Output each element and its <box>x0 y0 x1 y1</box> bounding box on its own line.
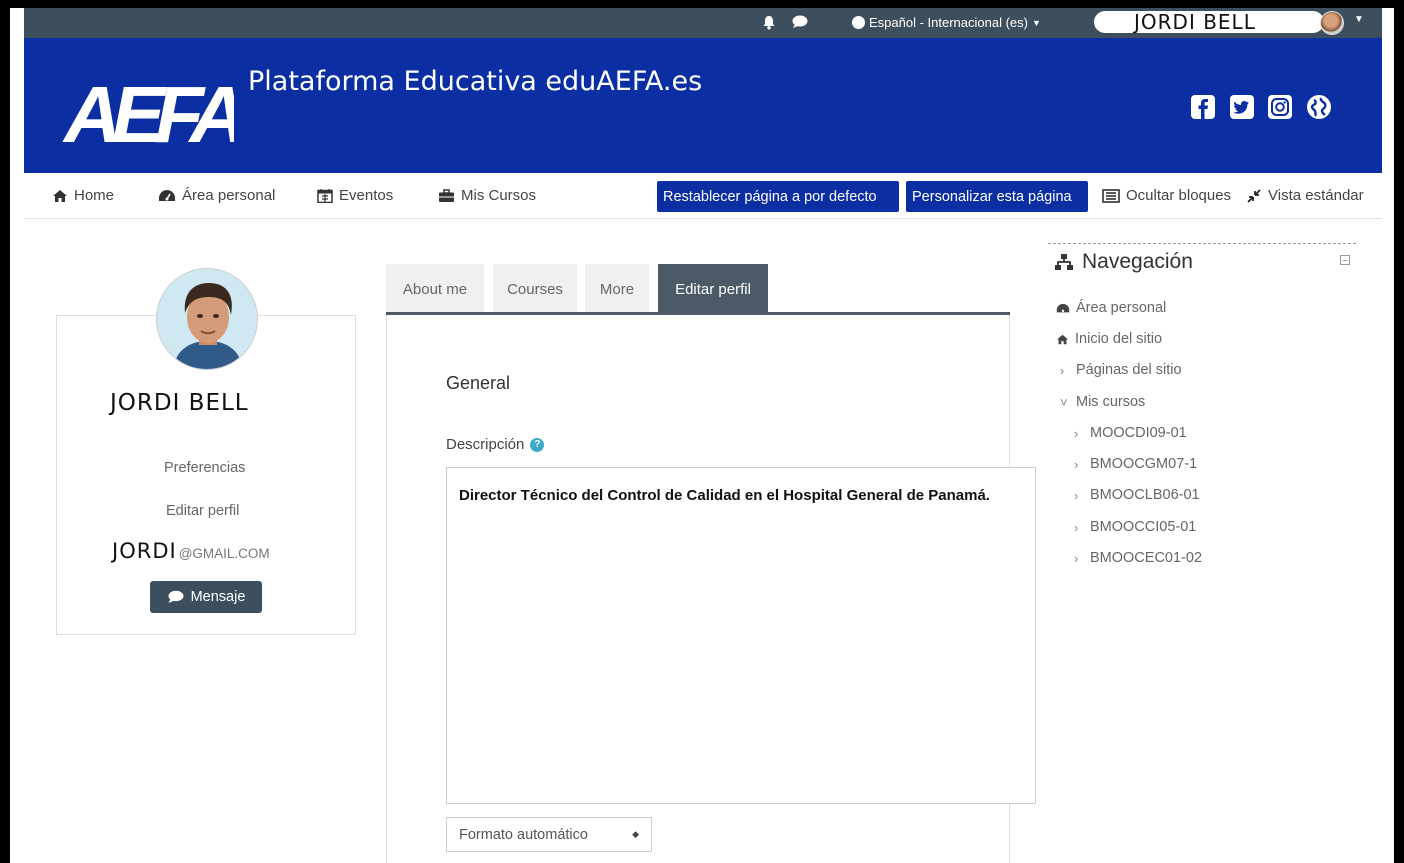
preferences-link[interactable]: Preferencias <box>164 460 245 476</box>
nav-area-personal[interactable]: Área personal <box>158 187 275 204</box>
description-editor[interactable]: Director Técnico del Control de Calidad … <box>446 467 1036 804</box>
nav-tree-course[interactable]: › BMOOCCI05-01 <box>1074 519 1196 535</box>
instagram-icon[interactable] <box>1267 94 1293 120</box>
help-icon[interactable]: ? <box>530 437 545 452</box>
nav-tree-course[interactable]: › MOOCDI09-01 <box>1074 425 1187 441</box>
compress-icon <box>1247 188 1261 203</box>
hide-blocks-toggle[interactable]: Ocultar bloques <box>1102 187 1231 204</box>
chevron-right-icon: › <box>1074 519 1079 535</box>
main-navbar: Home Área personal Eventos Mis Cursos Re… <box>24 173 1382 219</box>
dashboard-icon <box>1056 303 1070 312</box>
format-select[interactable]: Formato automático ◆ <box>446 817 652 852</box>
user-avatar[interactable] <box>1320 11 1344 35</box>
site-header: AEFA Plataforma Educativa eduAEFA.es <box>24 38 1382 173</box>
edit-profile-link[interactable]: Editar perfil <box>166 503 239 519</box>
description-label: Descripción ? <box>446 436 545 453</box>
nav-tree-course[interactable]: › BMOOCEC01-02 <box>1074 550 1202 566</box>
standard-view-toggle[interactable]: Vista estándar <box>1246 187 1364 204</box>
logo-text: AEFA <box>62 76 234 148</box>
home-icon <box>53 189 67 202</box>
nav-tree-course[interactable]: › BMOOCGM07-1 <box>1074 456 1197 472</box>
twitter-icon[interactable] <box>1229 94 1255 120</box>
nav-eventos[interactable]: Eventos <box>317 187 393 204</box>
navigation-block <box>1048 243 1356 244</box>
collapse-block-icon[interactable] <box>1340 255 1350 265</box>
email-domain: @GMAIL.COM <box>178 546 270 561</box>
nav-tree-paginas[interactable]: › Páginas del sitio <box>1060 362 1182 378</box>
tab-about-me[interactable]: About me <box>386 264 484 314</box>
language-selector[interactable]: Español - Internacional (es) ▼ <box>852 15 1041 30</box>
profile-photo[interactable] <box>156 268 258 370</box>
chat-icon[interactable] <box>792 14 808 30</box>
nav-tree-course[interactable]: › BMOOCLB06-01 <box>1074 487 1200 503</box>
message-button[interactable]: Mensaje <box>150 581 262 613</box>
globe-icon[interactable] <box>1306 94 1332 120</box>
tab-editar-perfil[interactable]: Editar perfil <box>658 264 768 314</box>
select-arrows-icon: ◆ <box>632 829 639 839</box>
chevron-right-icon: › <box>1074 456 1079 472</box>
email-name: JORDI <box>112 539 177 563</box>
chevron-right-icon: › <box>1074 487 1079 503</box>
site-title[interactable]: Plataforma Educativa eduAEFA.es <box>248 66 702 97</box>
chat-icon <box>168 590 184 603</box>
chevron-right-icon: › <box>1074 550 1079 566</box>
briefcase-icon <box>439 188 454 202</box>
chevron-right-icon: › <box>1060 362 1065 378</box>
chevron-down-icon: ˅ <box>1060 394 1068 410</box>
reset-page-button[interactable]: Restablecer página a por defecto <box>657 181 899 212</box>
top-bar: Español - Internacional (es) ▼ JORDI BEL… <box>24 8 1382 38</box>
nav-tree-mis-cursos[interactable]: ˅ Mis cursos <box>1060 394 1145 410</box>
chevron-down-icon[interactable]: ▼ <box>1354 14 1364 25</box>
customize-page-button[interactable]: Personalizar esta página <box>906 181 1088 212</box>
user-menu-name[interactable]: JORDI BELL <box>1134 10 1256 34</box>
section-title-general[interactable]: General <box>446 373 510 394</box>
tab-more[interactable]: More <box>585 264 649 314</box>
tab-courses[interactable]: Courses <box>493 264 577 314</box>
profile-email[interactable]: JORDI @GMAIL.COM <box>112 539 270 563</box>
home-icon <box>1057 334 1068 344</box>
facebook-icon[interactable] <box>1190 94 1216 120</box>
list-icon <box>1102 188 1120 203</box>
bell-icon[interactable] <box>761 14 777 30</box>
aefa-logo[interactable]: AEFA <box>62 76 234 148</box>
nav-mis-cursos[interactable]: Mis Cursos <box>438 187 536 204</box>
profile-name: JORDI BELL <box>110 390 249 416</box>
nav-tree-inicio[interactable]: Inicio del sitio <box>1056 331 1162 347</box>
browser-viewport: Español - Internacional (es) ▼ JORDI BEL… <box>10 8 1394 863</box>
calendar-icon <box>317 189 333 203</box>
globe-icon <box>852 16 865 29</box>
navigation-title: Navegación <box>1054 250 1193 274</box>
sitemap-icon <box>1055 254 1073 270</box>
dashboard-icon <box>159 189 175 201</box>
nav-home[interactable]: Home <box>52 187 114 204</box>
nav-tree-area-personal[interactable]: Área personal <box>1056 300 1166 316</box>
chevron-right-icon: › <box>1074 425 1079 441</box>
chevron-down-icon: ▼ <box>1031 17 1041 28</box>
